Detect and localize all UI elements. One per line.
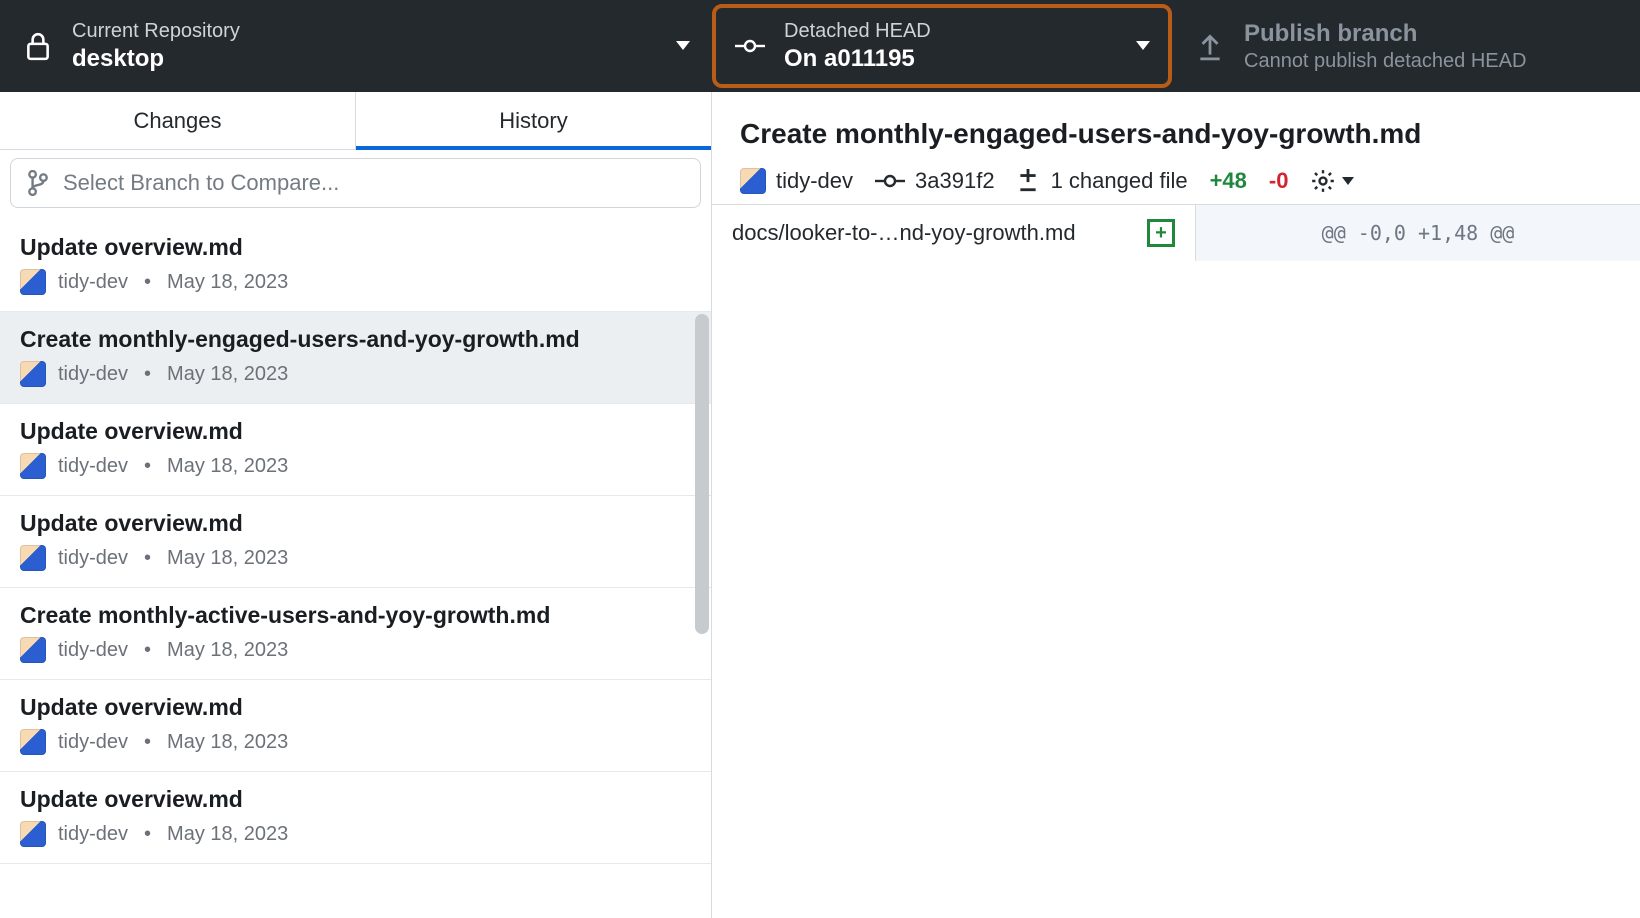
diff-icon [1017,169,1039,193]
tab-history[interactable]: History [355,92,711,149]
avatar [20,361,46,387]
commit-item-title: Update overview.md [20,418,691,445]
avatar [20,637,46,663]
commit-item-author: tidy-dev [58,823,128,846]
commit-item-author: tidy-dev [58,547,128,570]
branch-value: On a011195 [784,45,931,73]
publish-label: Publish branch [1244,20,1526,48]
separator [140,823,155,846]
file-added-icon: + [1147,219,1175,247]
avatar [20,269,46,295]
commit-sha[interactable]: 3a391f2 [915,168,995,194]
commit-item-date: May 18, 2023 [167,363,288,386]
commit-item-title: Create monthly-engaged-users-and-yoy-gro… [20,326,691,353]
commit-title: Create monthly-engaged-users-and-yoy-gro… [740,118,1612,150]
commit-list-item[interactable]: Update overview.md tidy-dev May 18, 2023 [0,772,711,864]
chevron-down-icon [1136,41,1150,50]
lock-icon [22,31,54,61]
commit-item-title: Create monthly-active-users-and-yoy-grow… [20,602,691,629]
commit-item-author: tidy-dev [58,363,128,386]
chevron-down-icon [676,41,690,50]
changed-files[interactable]: 1 changed file [1051,168,1188,194]
avatar [20,545,46,571]
avatar [20,821,46,847]
commit-list-item[interactable]: Update overview.md tidy-dev May 18, 2023 [0,220,711,312]
scrollbar-thumb[interactable] [695,314,709,634]
commit-item-title: Update overview.md [20,786,691,813]
avatar [20,729,46,755]
deletions-count: -0 [1269,168,1289,194]
commit-item-date: May 18, 2023 [167,823,288,846]
sidebar-tabs: Changes History [0,92,711,150]
separator [140,639,155,662]
commit-item-author: tidy-dev [58,731,128,754]
commit-item-date: May 18, 2023 [167,639,288,662]
commit-item-date: May 18, 2023 [167,455,288,478]
branch-switcher[interactable]: Detached HEAD On a011195 [712,4,1172,88]
commit-item-title: Update overview.md [20,510,691,537]
repo-value: desktop [72,45,240,73]
compare-placeholder: Select Branch to Compare... [63,170,339,196]
separator [140,547,155,570]
publish-branch-button[interactable]: Publish branch Cannot publish detached H… [1172,0,1640,92]
commit-list[interactable]: Update overview.md tidy-dev May 18, 2023 Cr… [0,220,711,864]
git-branch-icon [27,170,49,196]
commit-detail: Create monthly-engaged-users-and-yoy-gro… [712,92,1640,918]
commit-node-icon [875,174,905,188]
commit-list-item[interactable]: Create monthly-engaged-users-and-yoy-gro… [0,312,711,404]
commit-list-item[interactable]: Update overview.md tidy-dev May 18, 2023 [0,496,711,588]
tab-changes[interactable]: Changes [0,92,355,149]
compare-branch-select[interactable]: Select Branch to Compare... [10,158,701,208]
commit-options-button[interactable] [1310,168,1354,194]
commit-item-title: Update overview.md [20,694,691,721]
separator [140,731,155,754]
repo-label: Current Repository [72,20,240,43]
diff-hunk-header: @@ -0,0 +1,48 @@ [1196,205,1640,261]
additions-count: +48 [1210,168,1247,194]
commit-item-author: tidy-dev [58,455,128,478]
commit-item-date: May 18, 2023 [167,731,288,754]
separator [140,455,155,478]
main-area: Changes History Select Branch to Compare… [0,92,1640,918]
commit-node-icon [734,38,766,54]
history-sidebar: Changes History Select Branch to Compare… [0,92,712,918]
file-path: docs/looker-to-…nd-yoy-growth.md [732,220,1076,246]
commit-item-title: Update overview.md [20,234,691,261]
push-arrow-up-icon [1194,31,1226,61]
separator [140,271,155,294]
gear-icon [1310,168,1336,194]
branch-label: Detached HEAD [784,20,931,43]
avatar [740,168,766,194]
avatar [20,453,46,479]
commit-list-item[interactable]: Create monthly-active-users-and-yoy-grow… [0,588,711,680]
commit-list-item[interactable]: Update overview.md tidy-dev May 18, 2023 [0,404,711,496]
changed-file-entry[interactable]: docs/looker-to-…nd-yoy-growth.md + [712,205,1196,261]
commit-author: tidy-dev [776,168,853,194]
commit-item-author: tidy-dev [58,639,128,662]
commit-item-date: May 18, 2023 [167,547,288,570]
separator [140,363,155,386]
app-toolbar: Current Repository desktop Detached HEAD… [0,0,1640,92]
commit-item-date: May 18, 2023 [167,271,288,294]
repo-switcher[interactable]: Current Repository desktop [0,0,712,92]
commit-item-author: tidy-dev [58,271,128,294]
commit-list-item[interactable]: Update overview.md tidy-dev May 18, 2023 [0,680,711,772]
publish-msg: Cannot publish detached HEAD [1244,50,1526,73]
chevron-down-icon [1342,177,1354,185]
